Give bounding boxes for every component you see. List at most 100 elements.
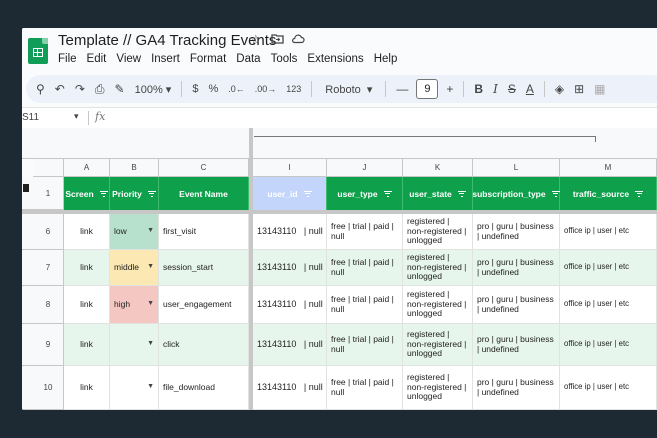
bold-button[interactable]: B (474, 82, 483, 96)
paint-format-icon[interactable]: ✎ (115, 82, 125, 96)
menu-edit[interactable]: Edit (87, 53, 107, 65)
cell-priority[interactable]: low ▼ (110, 214, 159, 250)
cell-traffic-source[interactable]: office ip | user | etc (560, 366, 657, 410)
cell-user-id[interactable]: 13143110 | null (253, 250, 327, 286)
name-box[interactable]: S11 (22, 112, 80, 123)
header-cell-traffic-source[interactable]: traffic_source (560, 177, 657, 210)
cell-traffic-source[interactable]: office ip | user | etc (560, 214, 657, 250)
cloud-status-icon[interactable] (291, 32, 305, 47)
cell-user-state[interactable]: registered | non-registered | unlogged (403, 250, 473, 286)
italic-button[interactable]: I (493, 82, 498, 96)
filter-icon[interactable] (303, 189, 312, 198)
cell-traffic-source[interactable]: office ip | user | etc (560, 324, 657, 366)
currency-format-button[interactable]: $ (192, 83, 198, 95)
redo-icon[interactable]: ↷ (75, 82, 85, 96)
row-group-marker-icon[interactable] (23, 184, 29, 192)
cell-screen[interactable]: link (64, 214, 110, 250)
document-title[interactable]: Template // GA4 Tracking Events (58, 32, 276, 49)
header-cell-event[interactable]: Event Name (159, 177, 249, 210)
cell-event[interactable]: click (159, 324, 249, 366)
cell-user-type[interactable]: free | trial | paid | null (327, 286, 403, 324)
dropdown-chip-icon[interactable]: ▼ (147, 227, 154, 235)
row-header-8[interactable]: 8 (33, 286, 64, 324)
filter-icon[interactable] (383, 189, 392, 198)
decrease-font-size-button[interactable]: — (396, 82, 408, 96)
select-all-corner[interactable] (33, 159, 64, 177)
dropdown-chip-icon[interactable]: ▼ (147, 383, 154, 391)
column-header-j[interactable]: J (327, 159, 403, 177)
print-icon[interactable]: ⎙ (95, 82, 105, 97)
column-header-i[interactable]: I (253, 159, 327, 177)
cell-subscription-type[interactable]: pro | guru | business | undefined (473, 286, 560, 324)
row-header-7[interactable]: 7 (33, 250, 64, 286)
decrease-decimal-button[interactable]: .0← (228, 84, 245, 94)
cell-event[interactable]: session_start (159, 250, 249, 286)
cell-subscription-type[interactable]: pro | guru | business | undefined (473, 214, 560, 250)
cell-user-id[interactable]: 13143110 | null (253, 286, 327, 324)
header-cell-subscription-type[interactable]: subscription_type (472, 177, 560, 210)
text-color-button[interactable]: A (526, 82, 534, 96)
cell-screen[interactable]: link (64, 366, 110, 410)
cell-user-type[interactable]: free | trial | paid | null (327, 214, 403, 250)
cell-subscription-type[interactable]: pro | guru | business | undefined (473, 324, 560, 366)
font-select[interactable]: Roboto ▾ (325, 83, 372, 96)
cell-screen[interactable]: link (64, 324, 110, 366)
move-to-folder-icon[interactable] (271, 32, 284, 47)
search-menus-icon[interactable]: ⚲ (36, 82, 45, 96)
dropdown-chip-icon[interactable]: ▼ (147, 300, 154, 308)
cell-screen[interactable]: link (64, 250, 110, 286)
cell-priority[interactable]: middle ▼ (110, 250, 159, 286)
more-formats-button[interactable]: 123 (286, 84, 301, 94)
cell-priority[interactable]: high ▼ (110, 286, 159, 324)
cell-screen[interactable]: link (64, 286, 110, 324)
cell-user-id[interactable]: 13143110 | null (253, 214, 327, 250)
cell-user-type[interactable]: free | trial | paid | null (327, 324, 403, 366)
filter-icon[interactable] (457, 189, 466, 198)
header-cell-user-state[interactable]: user_state (403, 177, 473, 210)
cell-priority[interactable]: ▼ (110, 324, 159, 366)
cell-subscription-type[interactable]: pro | guru | business | undefined (473, 366, 560, 410)
filter-icon[interactable] (551, 189, 560, 198)
menu-tools[interactable]: Tools (271, 53, 298, 65)
column-header-c[interactable]: C (159, 159, 249, 177)
menu-view[interactable]: View (116, 53, 141, 65)
strikethrough-button[interactable]: S (508, 82, 516, 96)
increase-decimal-button[interactable]: .00→ (255, 84, 277, 94)
cell-user-state[interactable]: registered | non-registered | unlogged (403, 366, 473, 410)
dropdown-chip-icon[interactable]: ▼ (147, 340, 154, 348)
name-box-dropdown-icon[interactable]: ▾ (74, 111, 79, 122)
column-header-b[interactable]: B (110, 159, 159, 177)
frozen-columns-divider[interactable] (249, 128, 253, 410)
cell-traffic-source[interactable]: office ip | user | etc (560, 250, 657, 286)
cell-user-type[interactable]: free | trial | paid | null (327, 366, 403, 410)
filter-icon[interactable] (99, 189, 108, 198)
cell-user-id[interactable]: 13143110 | null (253, 324, 327, 366)
cell-event[interactable]: first_visit (159, 214, 249, 250)
zoom-select[interactable]: 100% ▾ (135, 83, 172, 96)
cell-event[interactable]: user_engagement (159, 286, 249, 324)
row-header-1[interactable]: 1 (33, 177, 64, 210)
star-icon[interactable]: ☆ (250, 32, 262, 48)
row-header-6[interactable]: 6 (33, 214, 64, 250)
menu-help[interactable]: Help (374, 53, 398, 65)
menu-insert[interactable]: Insert (151, 53, 180, 65)
column-header-a[interactable]: A (64, 159, 110, 177)
row-header-10[interactable]: 10 (33, 366, 64, 410)
header-cell-user-type[interactable]: user_type (327, 177, 403, 210)
cell-user-state[interactable]: registered | non-registered | unlogged (403, 214, 473, 250)
frozen-rows-divider[interactable] (22, 210, 657, 214)
cell-subscription-type[interactable]: pro | guru | business | undefined (473, 250, 560, 286)
header-cell-screen[interactable]: Screen (64, 177, 110, 210)
menu-data[interactable]: Data (236, 53, 260, 65)
filter-icon[interactable] (147, 189, 156, 198)
menu-extensions[interactable]: Extensions (307, 53, 363, 65)
filter-icon[interactable] (635, 189, 644, 198)
merge-cells-icon[interactable]: ▦ (594, 82, 605, 96)
column-header-k[interactable]: K (403, 159, 473, 177)
column-header-m[interactable]: M (560, 159, 657, 177)
percent-format-button[interactable]: % (208, 83, 218, 95)
cell-user-state[interactable]: registered | non-registered | unlogged (403, 324, 473, 366)
font-size-input[interactable]: 9 (416, 79, 439, 99)
cell-user-type[interactable]: free | trial | paid | null (327, 250, 403, 286)
sheets-logo-icon[interactable] (28, 38, 48, 64)
